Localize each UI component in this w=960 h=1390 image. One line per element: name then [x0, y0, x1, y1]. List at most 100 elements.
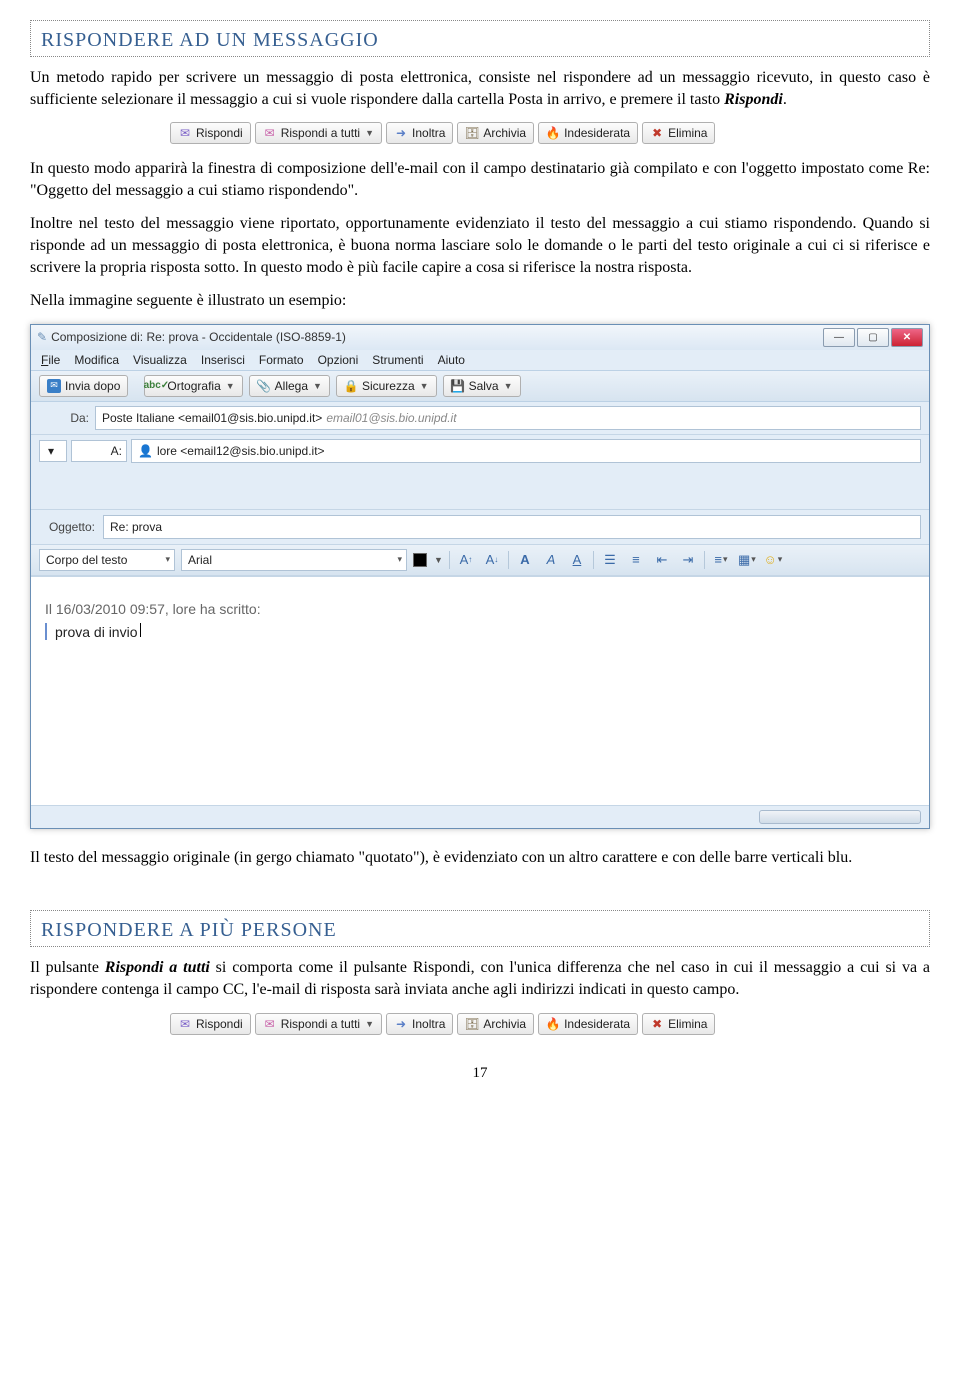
delete-icon: ✖: [650, 1017, 664, 1031]
forward-button[interactable]: ➜Inoltra: [386, 122, 453, 144]
spell-icon: abc✓: [149, 379, 163, 393]
chevron-down-icon: ▼: [313, 381, 322, 391]
menu-tools[interactable]: Strumenti: [372, 353, 423, 367]
menu-file[interactable]: File: [41, 353, 60, 367]
chevron-down-icon: ▼: [504, 381, 513, 391]
underline-icon[interactable]: A: [567, 550, 587, 570]
menu-edit[interactable]: Modifica: [74, 353, 119, 367]
lock-icon: 🔒: [344, 379, 358, 393]
minimize-button[interactable]: —: [823, 328, 855, 347]
text: .: [783, 91, 787, 108]
junk-button[interactable]: 🔥Indesiderata: [538, 1013, 638, 1035]
save-button[interactable]: 💾Salva▼: [443, 375, 521, 397]
section-heading: RISPONDERE A PIÙ PERSONE: [41, 919, 919, 942]
attach-button[interactable]: 📎Allega▼: [249, 375, 330, 397]
to-label[interactable]: A:: [71, 440, 127, 462]
chevron-down-icon: ▼: [365, 128, 374, 138]
from-field[interactable]: Poste Italiane <email01@sis.bio.unipd.it…: [95, 406, 921, 430]
reply-all-button[interactable]: ✉Rispondi a tutti▼: [255, 122, 382, 144]
statusbar: [31, 805, 929, 828]
reply-button[interactable]: ✉Rispondi: [170, 1013, 251, 1035]
font-increase-icon[interactable]: A↑: [456, 550, 476, 570]
reply-all-button[interactable]: ✉Rispondi a tutti▼: [255, 1013, 382, 1035]
message-body[interactable]: Il 16/03/2010 09:57, lore ha scritto: pr…: [31, 576, 929, 805]
section-heading-box: RISPONDERE A PIÙ PERSONE: [30, 910, 930, 947]
close-button[interactable]: ✕: [891, 328, 923, 347]
app-icon: ✎: [37, 330, 47, 344]
paragraph: Nella immagine seguente è illustrato un …: [30, 290, 930, 312]
paperclip-icon: 📎: [257, 379, 271, 393]
from-label: Da:: [39, 411, 89, 425]
paragraph: In questo modo apparirà la finestra di c…: [30, 158, 930, 201]
forward-button[interactable]: ➜Inoltra: [386, 1013, 453, 1035]
indent-icon[interactable]: ⇥: [678, 550, 698, 570]
delete-button[interactable]: ✖Elimina: [642, 122, 715, 144]
menu-help[interactable]: Aiuto: [438, 353, 465, 367]
security-button[interactable]: 🔒Sicurezza▼: [336, 375, 437, 397]
paragraph: Il testo del messaggio originale (in ger…: [30, 847, 930, 869]
save-icon: 💾: [451, 379, 465, 393]
horizontal-scrollbar[interactable]: [759, 810, 921, 824]
quoted-text: prova di invio: [45, 623, 915, 640]
chevron-down-icon: ▼: [420, 381, 429, 391]
compose-window: ✎ Composizione di: Re: prova - Occidenta…: [30, 324, 930, 829]
section-heading-box: RISPONDERE AD UN MESSAGGIO: [30, 20, 930, 57]
menu-view[interactable]: Visualizza: [133, 353, 187, 367]
font-decrease-icon[interactable]: A↓: [482, 550, 502, 570]
compose-toolbar: ✉Invia dopo abc✓Ortografia▼ 📎Allega▼ 🔒Si…: [31, 370, 929, 402]
archive-icon: 🗄: [465, 1017, 479, 1031]
italic-icon[interactable]: A: [541, 550, 561, 570]
archive-button[interactable]: 🗄Archivia: [457, 1013, 534, 1035]
recipient-type-dropdown[interactable]: ▾: [39, 440, 67, 462]
menu-format[interactable]: Formato: [259, 353, 304, 367]
menu-options[interactable]: Opzioni: [318, 353, 359, 367]
align-icon[interactable]: ≡▾: [711, 550, 731, 570]
menubar: File Modifica Visualizza Inserisci Forma…: [31, 350, 929, 370]
paragraph: Un metodo rapido per scrivere un messagg…: [30, 67, 930, 110]
send-icon: ✉: [47, 379, 61, 393]
font-select[interactable]: Arial: [181, 549, 407, 571]
flame-icon: 🔥: [546, 126, 560, 140]
reply-button[interactable]: ✉Rispondi: [170, 122, 251, 144]
format-toolbar: Corpo del testo Arial ▼ A↑ A↓ A A A ☰ ≡ …: [31, 545, 929, 576]
delete-icon: ✖: [650, 126, 664, 140]
text-bold: Rispondi a tutti: [105, 959, 210, 976]
bullet-list-icon[interactable]: ☰: [600, 550, 620, 570]
chevron-down-icon[interactable]: ▼: [434, 555, 443, 565]
paragraph: Il pulsante Rispondi a tutti si comporta…: [30, 957, 930, 1000]
paragraph: Inoltre nel testo del messaggio viene ri…: [30, 213, 930, 278]
subject-row: Oggetto: Re: prova: [31, 510, 929, 545]
text-bold: Rispondi: [724, 91, 783, 108]
outdent-icon[interactable]: ⇤: [652, 550, 672, 570]
bold-icon[interactable]: A: [515, 550, 535, 570]
subject-field[interactable]: Re: prova: [103, 515, 921, 539]
page-number: 17: [30, 1065, 930, 1082]
insert-image-icon[interactable]: ▦▾: [737, 550, 757, 570]
chevron-down-icon: ▼: [365, 1019, 374, 1029]
flame-icon: 🔥: [546, 1017, 560, 1031]
paragraph-style-select[interactable]: Corpo del testo: [39, 549, 175, 571]
reply-toolbar: ✉Rispondi ✉Rispondi a tutti▼ ➜Inoltra 🗄A…: [170, 122, 930, 144]
window-title: Composizione di: Re: prova - Occidentale…: [51, 330, 346, 344]
delete-button[interactable]: ✖Elimina: [642, 1013, 715, 1035]
numbered-list-icon[interactable]: ≡: [626, 550, 646, 570]
junk-button[interactable]: 🔥Indesiderata: [538, 122, 638, 144]
menu-insert[interactable]: Inserisci: [201, 353, 245, 367]
contact-icon: 👤: [138, 444, 153, 458]
emoji-icon[interactable]: ☺▾: [763, 550, 783, 570]
spell-button[interactable]: abc✓Ortografia▼: [144, 375, 242, 397]
subject-label: Oggetto:: [39, 520, 95, 534]
quote-header: Il 16/03/2010 09:57, lore ha scritto:: [45, 601, 915, 617]
maximize-button[interactable]: ▢: [857, 328, 889, 347]
section-heading: RISPONDERE AD UN MESSAGGIO: [41, 29, 919, 52]
to-field[interactable]: 👤lore <email12@sis.bio.unipd.it>: [131, 439, 921, 463]
archive-icon: 🗄: [465, 126, 479, 140]
forward-icon: ➜: [394, 126, 408, 140]
text: Il pulsante: [30, 959, 105, 976]
forward-icon: ➜: [394, 1017, 408, 1031]
archive-button[interactable]: 🗄Archivia: [457, 122, 534, 144]
send-later-button[interactable]: ✉Invia dopo: [39, 375, 128, 397]
chevron-down-icon: ▼: [226, 381, 235, 391]
reply-icon: ✉: [178, 1017, 192, 1031]
color-swatch[interactable]: [413, 553, 427, 567]
